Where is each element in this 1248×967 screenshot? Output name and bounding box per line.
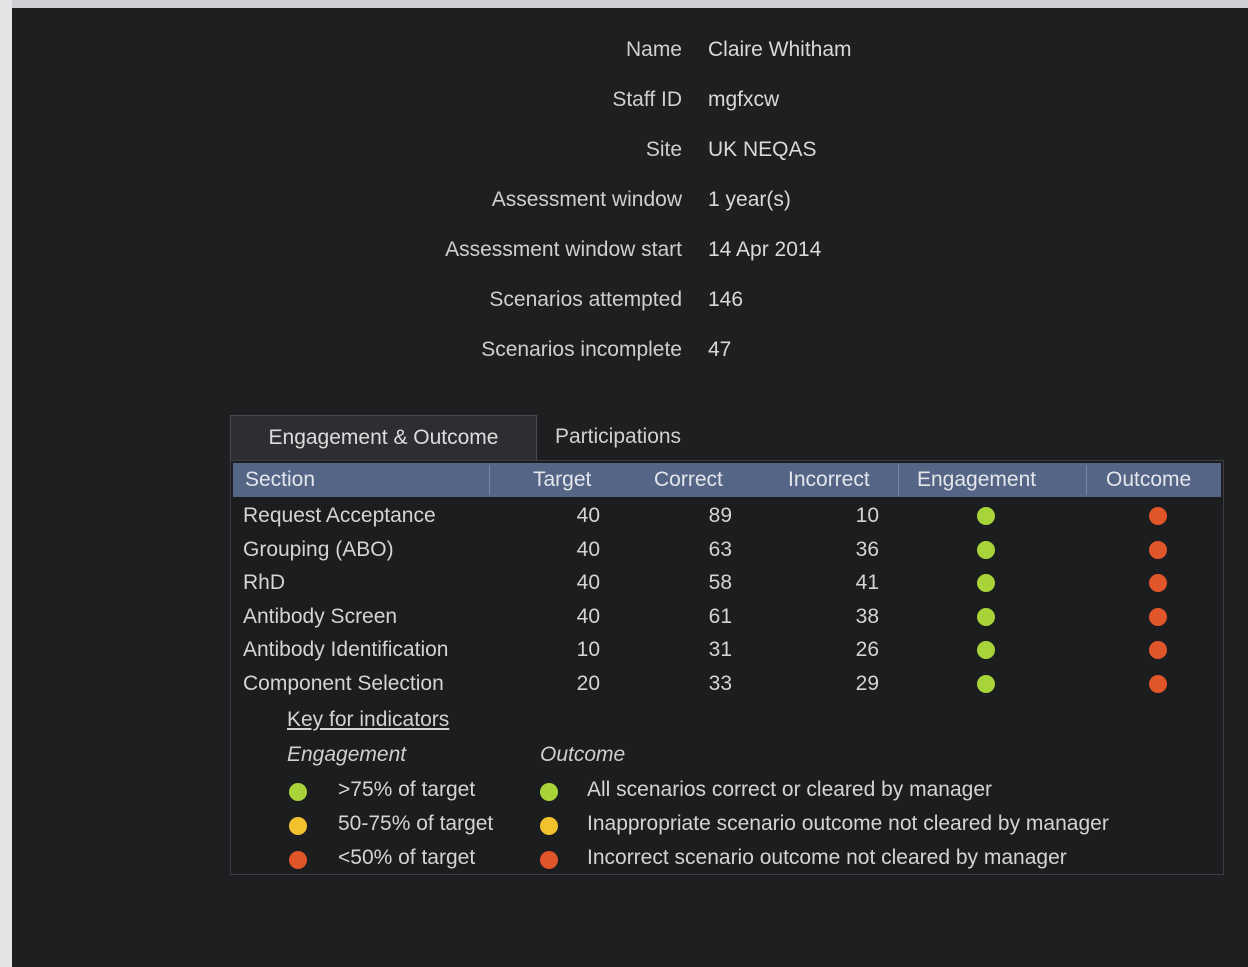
cell-section: Component Selection <box>243 672 444 695</box>
cell-correct: 33 <box>708 672 732 695</box>
header-engagement[interactable]: Engagement <box>917 463 1036 497</box>
engagement-key-text: >75% of target <box>338 778 476 801</box>
top-bar <box>0 0 1248 8</box>
name-label: Name <box>625 38 682 61</box>
cell-correct: 63 <box>708 537 732 561</box>
assessment-window-start-label: Assessment window start <box>445 238 682 261</box>
cell-target: 40 <box>576 571 600 595</box>
scenarios-incomplete-label: Scenarios incomplete <box>481 338 682 361</box>
engagement-table: Section Target Correct Incorrect Engagem… <box>230 460 1224 706</box>
header-section[interactable]: Section <box>245 463 315 497</box>
engagement-key-red-icon <box>289 851 307 869</box>
cell-correct: 61 <box>708 604 732 628</box>
engagement-indicator-icon <box>977 507 995 525</box>
cell-incorrect: 41 <box>855 571 879 595</box>
cell-incorrect: 26 <box>855 638 879 662</box>
engagement-indicator-icon <box>977 607 995 626</box>
assessment-window-row: Assessment window 1 year(s) <box>12 188 1248 218</box>
cell-section: Request Acceptance <box>243 504 436 527</box>
staff-id-row: Staff ID mgfxcw <box>12 88 1248 118</box>
assessment-window-start-row: Assessment window start 14 Apr 2014 <box>12 238 1248 268</box>
cell-section: Grouping (ABO) <box>243 537 394 561</box>
outcome-indicator-icon <box>1149 507 1167 525</box>
table-row: Antibody Identification 10 31 26 <box>233 633 1221 666</box>
assessment-window-label: Assessment window <box>491 188 682 211</box>
engagement-key-text: <50% of target <box>338 846 476 869</box>
engagement-key-text: 50-75% of target <box>338 812 494 835</box>
staff-report-panel: Name Claire Whitham Staff ID mgfxcw Site… <box>12 8 1248 967</box>
staff-id-label: Staff ID <box>612 88 682 111</box>
cell-target: 40 <box>576 504 600 527</box>
cell-correct: 58 <box>708 571 732 595</box>
cell-section: Antibody Identification <box>243 638 449 662</box>
site-row: Site UK NEQAS <box>12 138 1248 168</box>
header-separator <box>1086 465 1087 495</box>
staff-id-value: mgfxcw <box>708 88 780 111</box>
table-header: Section Target Correct Incorrect Engagem… <box>233 463 1221 497</box>
site-value: UK NEQAS <box>708 138 817 161</box>
outcome-key-text: All scenarios correct or cleared by mana… <box>587 778 993 801</box>
scenarios-incomplete-row: Scenarios incomplete 47 <box>12 338 1248 368</box>
cell-target: 20 <box>576 672 600 695</box>
cell-target: 10 <box>576 638 600 662</box>
scenarios-incomplete-value: 47 <box>708 338 732 361</box>
table-row: Antibody Screen 40 61 38 <box>233 600 1221 633</box>
outcome-indicator-icon <box>1149 574 1167 593</box>
cell-incorrect: 36 <box>855 537 879 561</box>
key-engagement-heading: Engagement <box>287 743 407 766</box>
engagement-indicator-icon <box>977 574 995 593</box>
outcome-key-text: Inappropriate scenario outcome not clear… <box>587 812 1109 835</box>
outcome-indicator-icon <box>1149 540 1167 559</box>
scenarios-attempted-row: Scenarios attempted 146 <box>12 288 1248 318</box>
left-strip <box>0 0 12 967</box>
table-row: Request Acceptance 40 89 10 <box>233 499 1221 532</box>
table-row: Component Selection 20 33 29 <box>233 667 1221 700</box>
cell-target: 40 <box>576 604 600 628</box>
outcome-key-text: Incorrect scenario outcome not cleared b… <box>587 846 1067 869</box>
outcome-indicator-icon <box>1149 607 1167 626</box>
engagement-key-yellow-icon <box>289 817 307 835</box>
table-row: Grouping (ABO) 40 63 36 <box>233 533 1221 566</box>
cell-section: RhD <box>243 571 286 595</box>
name-value: Claire Whitham <box>708 38 852 61</box>
header-correct[interactable]: Correct <box>654 463 723 497</box>
cell-incorrect: 38 <box>855 604 879 628</box>
tab-engagement-outcome[interactable]: Engagement & Outcome <box>230 415 537 460</box>
assessment-window-value: 1 year(s) <box>708 188 791 211</box>
header-separator <box>489 465 490 495</box>
engagement-indicator-icon <box>977 675 995 693</box>
cell-correct: 89 <box>708 504 732 527</box>
key-title: Key for indicators <box>287 708 450 731</box>
engagement-indicator-icon <box>977 540 995 559</box>
header-target[interactable]: Target <box>533 463 591 497</box>
header-separator <box>898 465 899 495</box>
cell-incorrect: 10 <box>855 504 879 527</box>
cell-target: 40 <box>576 537 600 561</box>
cell-correct: 31 <box>708 638 732 662</box>
header-incorrect[interactable]: Incorrect <box>788 463 870 497</box>
tab-participations[interactable]: Participations <box>555 415 681 459</box>
outcome-key-yellow-icon <box>540 817 558 835</box>
scenarios-attempted-value: 146 <box>708 288 744 311</box>
cell-incorrect: 29 <box>855 672 879 695</box>
scenarios-attempted-label: Scenarios attempted <box>489 288 682 311</box>
table-row: RhD 40 58 41 <box>233 566 1221 599</box>
header-outcome[interactable]: Outcome <box>1106 463 1191 497</box>
engagement-key-green-icon <box>289 783 307 801</box>
outcome-indicator-icon <box>1149 675 1167 693</box>
outcome-key-red-icon <box>540 851 558 869</box>
engagement-indicator-icon <box>977 641 995 660</box>
outcome-key-green-icon <box>540 783 558 801</box>
site-label: Site <box>645 138 682 161</box>
assessment-window-start-value: 14 Apr 2014 <box>708 238 822 261</box>
key-outcome-heading: Outcome <box>540 743 626 766</box>
outcome-indicator-icon <box>1149 641 1167 660</box>
name-row: Name Claire Whitham <box>12 38 1248 68</box>
cell-section: Antibody Screen <box>243 604 398 628</box>
